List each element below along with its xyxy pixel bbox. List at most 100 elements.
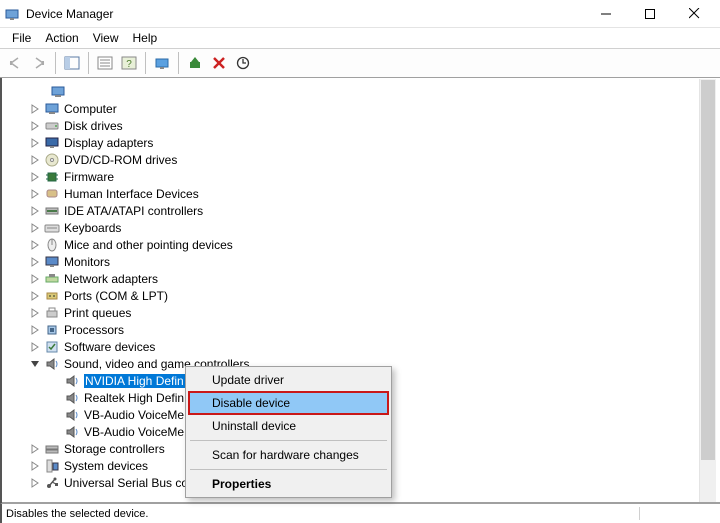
- computer-icon: [44, 101, 60, 117]
- tree-category[interactable]: Human Interface Devices: [2, 185, 720, 202]
- tree-category[interactable]: Monitors: [2, 253, 720, 270]
- sound-icon: [64, 373, 80, 389]
- forward-button[interactable]: [28, 52, 50, 74]
- tree-category[interactable]: Ports (COM & LPT): [2, 287, 720, 304]
- expand-icon[interactable]: [28, 153, 42, 167]
- computer-icon: [50, 84, 66, 100]
- update-driver-button[interactable]: [232, 52, 254, 74]
- chip-icon: [44, 169, 60, 185]
- tree-category-label: System devices: [64, 459, 148, 473]
- expand-icon[interactable]: [28, 289, 42, 303]
- system-icon: [44, 458, 60, 474]
- tree-category-label: Disk drives: [64, 119, 123, 133]
- tree-device-label: Realtek High Defin: [84, 391, 184, 405]
- statusbar: Disables the selected device.: [0, 503, 720, 523]
- context-menu-item-label: Uninstall device: [212, 419, 296, 433]
- expand-icon[interactable]: [28, 119, 42, 133]
- expand-icon[interactable]: [28, 459, 42, 473]
- sound-icon: [64, 407, 80, 423]
- menu-separator: [190, 440, 387, 441]
- tree-category[interactable]: Processors: [2, 321, 720, 338]
- expand-icon[interactable]: [28, 204, 42, 218]
- expand-icon[interactable]: [28, 255, 42, 269]
- expand-icon[interactable]: [28, 170, 42, 184]
- context-menu-item[interactable]: Update driver: [188, 369, 389, 391]
- sound-icon: [44, 356, 60, 372]
- context-menu-item[interactable]: Properties: [188, 473, 389, 495]
- tree-root[interactable]: [2, 83, 720, 100]
- context-menu-item-label: Disable device: [212, 396, 290, 410]
- menu-view[interactable]: View: [87, 30, 125, 46]
- disable-button[interactable]: [208, 52, 230, 74]
- tree-category[interactable]: DVD/CD-ROM drives: [2, 151, 720, 168]
- tree-category[interactable]: IDE ATA/ATAPI controllers: [2, 202, 720, 219]
- tree-category[interactable]: Computer: [2, 100, 720, 117]
- context-menu-item-label: Scan for hardware changes: [212, 448, 359, 462]
- tree-category-label: Network adapters: [64, 272, 158, 286]
- titlebar: Device Manager: [0, 0, 720, 28]
- tree-category-label: Ports (COM & LPT): [64, 289, 168, 303]
- tree-category-label: Firmware: [64, 170, 114, 184]
- net-icon: [44, 271, 60, 287]
- keyboard-icon: [44, 220, 60, 236]
- expand-icon[interactable]: [28, 187, 42, 201]
- enable-button[interactable]: [184, 52, 206, 74]
- cpu-icon: [44, 322, 60, 338]
- properties-button[interactable]: [94, 52, 116, 74]
- port-icon: [44, 288, 60, 304]
- app-icon: [4, 6, 20, 22]
- tree-category-label: Storage controllers: [64, 442, 165, 456]
- maximize-button[interactable]: [628, 0, 672, 28]
- tree-category[interactable]: Mice and other pointing devices: [2, 236, 720, 253]
- show-hide-tree-button[interactable]: [61, 52, 83, 74]
- display-icon: [44, 135, 60, 151]
- tree-category-label: IDE ATA/ATAPI controllers: [64, 204, 203, 218]
- context-menu-item[interactable]: Scan for hardware changes: [188, 444, 389, 466]
- expand-icon[interactable]: [28, 323, 42, 337]
- expand-icon[interactable]: [28, 272, 42, 286]
- tree-category-label: Keyboards: [64, 221, 121, 235]
- back-button[interactable]: [4, 52, 26, 74]
- menu-help[interactable]: Help: [127, 30, 164, 46]
- context-menu-item[interactable]: Disable device: [188, 391, 389, 415]
- disk-icon: [44, 118, 60, 134]
- tree-category-label: Print queues: [64, 306, 131, 320]
- context-menu-item[interactable]: Uninstall device: [188, 415, 389, 437]
- expand-icon[interactable]: [28, 306, 42, 320]
- tree-category[interactable]: Print queues: [2, 304, 720, 321]
- tree-category[interactable]: Disk drives: [2, 117, 720, 134]
- expand-icon[interactable]: [28, 476, 42, 490]
- tree-category[interactable]: Keyboards: [2, 219, 720, 236]
- expand-icon[interactable]: [28, 238, 42, 252]
- tree-category[interactable]: Display adapters: [2, 134, 720, 151]
- tree-category-label: Software devices: [64, 340, 155, 354]
- tree-category[interactable]: Firmware: [2, 168, 720, 185]
- expand-icon[interactable]: [28, 102, 42, 116]
- expand-icon[interactable]: [28, 221, 42, 235]
- tree-category-label: Mice and other pointing devices: [64, 238, 233, 252]
- context-menu: Update driver Disable device Uninstall dev…: [185, 366, 392, 498]
- menu-file[interactable]: File: [6, 30, 37, 46]
- scan-hardware-button[interactable]: [151, 52, 173, 74]
- tree-category-label: Human Interface Devices: [64, 187, 199, 201]
- context-menu-item-label: Properties: [212, 477, 271, 491]
- close-button[interactable]: [672, 0, 716, 28]
- expand-icon[interactable]: [28, 136, 42, 150]
- mouse-icon: [44, 237, 60, 253]
- tree-category-label: Processors: [64, 323, 124, 337]
- collapse-icon[interactable]: [28, 357, 42, 371]
- expand-icon[interactable]: [28, 442, 42, 456]
- tree-category-label: Computer: [64, 102, 117, 116]
- help-button[interactable]: ?: [118, 52, 140, 74]
- hid-icon: [44, 186, 60, 202]
- menu-action[interactable]: Action: [39, 30, 84, 46]
- tree-category[interactable]: Software devices: [2, 338, 720, 355]
- expand-icon[interactable]: [28, 340, 42, 354]
- tree-category-label: DVD/CD-ROM drives: [64, 153, 177, 167]
- tree-device-label: VB-Audio VoiceMe: [84, 408, 184, 422]
- cd-icon: [44, 152, 60, 168]
- tree-category[interactable]: Network adapters: [2, 270, 720, 287]
- toolbar-separator: [178, 52, 179, 74]
- minimize-button[interactable]: [584, 0, 628, 28]
- svg-text:?: ?: [126, 59, 132, 70]
